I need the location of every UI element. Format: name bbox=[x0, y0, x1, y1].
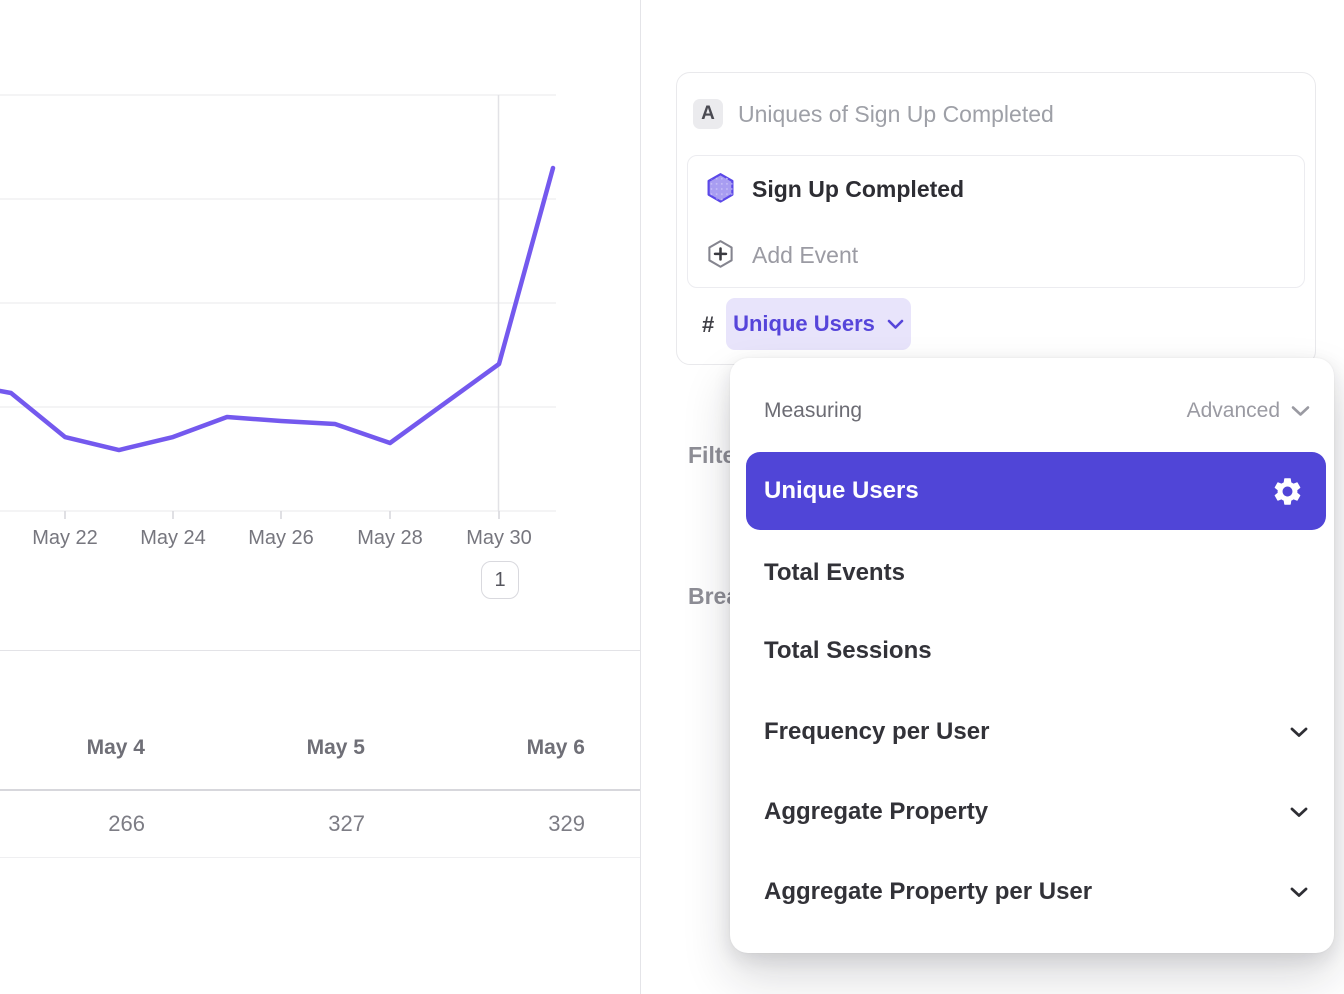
add-event-button[interactable]: Add Event bbox=[688, 222, 1304, 288]
menu-item-frequency-per-user[interactable]: Frequency per User bbox=[730, 704, 1334, 760]
plus-hexagon-icon bbox=[706, 239, 735, 271]
table-cell: 329 bbox=[440, 811, 660, 837]
h-gridlines bbox=[0, 95, 556, 511]
pane-divider bbox=[640, 0, 641, 994]
table-cell: 327 bbox=[220, 811, 440, 837]
x-axis-label: May 28 bbox=[357, 524, 423, 552]
table-column-header: May 5 bbox=[220, 736, 440, 760]
table-column-header: May 6 bbox=[440, 736, 660, 760]
measure-dropdown-button[interactable]: Unique Users bbox=[726, 298, 911, 350]
menu-item-total-sessions[interactable]: Total Sessions bbox=[730, 623, 1334, 679]
measuring-menu-header: Measuring Advanced bbox=[764, 392, 1310, 430]
measure-hash-symbol: # bbox=[702, 312, 714, 338]
menu-item-label: Total Events bbox=[764, 559, 905, 587]
advanced-toggle[interactable]: Advanced bbox=[1187, 399, 1310, 423]
series-a-badge: A bbox=[693, 99, 723, 129]
add-event-label: Add Event bbox=[752, 242, 858, 269]
menu-item-total-events[interactable]: Total Events bbox=[730, 545, 1334, 601]
table-cell: 266 bbox=[0, 811, 220, 837]
x-axis-label: May 22 bbox=[32, 524, 98, 552]
analytics-app: May 22 May 24 May 26 May 28 May 30 1 May… bbox=[0, 0, 1344, 994]
x-axis-ticks bbox=[65, 511, 499, 519]
advanced-label: Advanced bbox=[1187, 399, 1280, 423]
menu-item-label: Unique Users bbox=[764, 477, 1271, 505]
event-row-sign-up-completed[interactable]: Sign Up Completed bbox=[688, 156, 1304, 222]
menu-item-aggregate-property-per-user[interactable]: Aggregate Property per User bbox=[730, 864, 1334, 920]
measure-value: Unique Users bbox=[733, 311, 875, 337]
menu-item-label: Total Sessions bbox=[764, 637, 932, 665]
chevron-down-icon bbox=[1291, 405, 1310, 417]
menu-item-aggregate-property[interactable]: Aggregate Property bbox=[730, 784, 1334, 840]
table-header-divider bbox=[0, 789, 640, 791]
chart-table-divider bbox=[0, 650, 640, 651]
x-axis-label: May 24 bbox=[140, 524, 206, 552]
table-column-header: May 4 bbox=[0, 736, 220, 760]
query-builder-card: A Uniques of Sign Up Completed Sign bbox=[676, 72, 1316, 365]
event-card: Sign Up Completed Add Event bbox=[687, 155, 1305, 288]
x-axis: May 22 May 24 May 26 May 28 May 30 bbox=[0, 524, 556, 552]
menu-item-label: Aggregate Property per User bbox=[764, 878, 1092, 906]
menu-item-label: Aggregate Property bbox=[764, 798, 988, 826]
table-value-row: 266 327 329 bbox=[0, 799, 660, 849]
event-hexagon-icon bbox=[705, 172, 736, 206]
measuring-menu: Measuring Advanced Unique Users Total Ev… bbox=[730, 358, 1334, 953]
trend-line bbox=[0, 168, 553, 450]
table-row-divider bbox=[0, 857, 640, 858]
chevron-down-icon bbox=[1290, 887, 1308, 898]
x-axis-label: May 30 bbox=[466, 524, 532, 552]
measuring-label: Measuring bbox=[764, 399, 862, 423]
chevron-down-icon bbox=[887, 319, 904, 330]
annotation-marker-button[interactable]: 1 bbox=[481, 561, 519, 599]
chevron-down-icon bbox=[1290, 727, 1308, 738]
chevron-down-icon bbox=[1290, 807, 1308, 818]
gear-icon[interactable] bbox=[1271, 475, 1304, 508]
event-name: Sign Up Completed bbox=[752, 176, 964, 203]
table-header-row: May 4 May 5 May 6 bbox=[0, 723, 660, 773]
trend-chart bbox=[0, 0, 556, 535]
x-axis-label: May 26 bbox=[248, 524, 314, 552]
menu-item-unique-users[interactable]: Unique Users bbox=[746, 452, 1326, 530]
query-title: Uniques of Sign Up Completed bbox=[738, 99, 1054, 129]
menu-item-label: Frequency per User bbox=[764, 718, 989, 746]
